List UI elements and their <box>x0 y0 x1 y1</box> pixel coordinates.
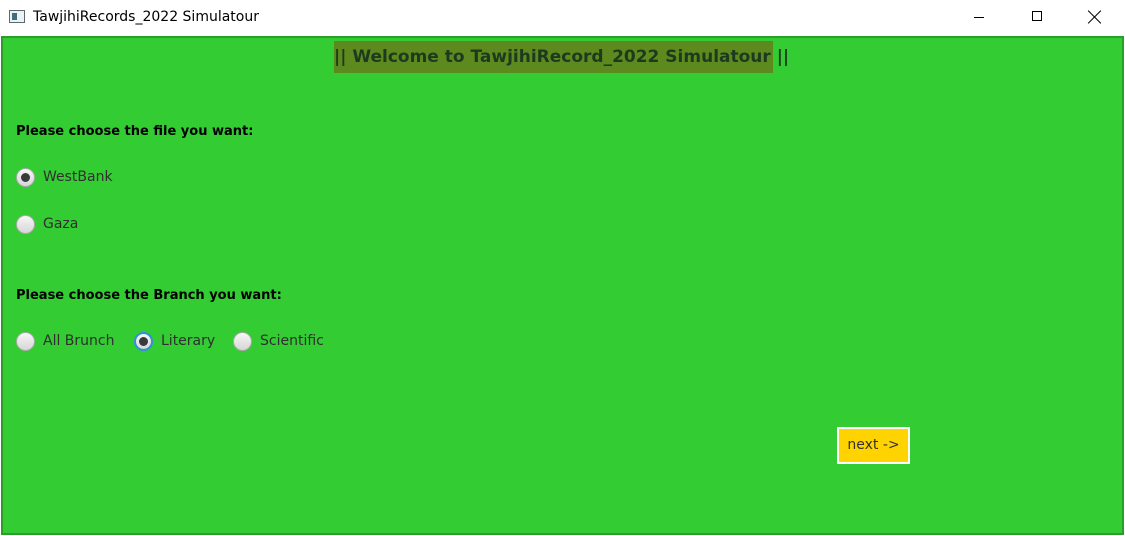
radio-all-brunch[interactable]: All Brunch <box>16 330 114 352</box>
radio-scientific-indicator[interactable] <box>233 331 252 351</box>
close-icon <box>1088 10 1102 24</box>
radio-gaza-indicator[interactable] <box>16 214 35 234</box>
close-button[interactable] <box>1066 0 1124 36</box>
file-section-label: Please choose the file you want: <box>16 124 254 139</box>
radio-literary-indicator[interactable] <box>134 331 153 351</box>
minimize-icon <box>974 17 984 18</box>
branch-section-label: Please choose the Branch you want: <box>16 288 282 303</box>
next-button[interactable]: next -> <box>837 427 910 464</box>
maximize-icon <box>1032 11 1042 21</box>
radio-all-brunch-label: All Brunch <box>43 333 115 349</box>
radio-all-brunch-indicator[interactable] <box>16 331 35 351</box>
maximize-button[interactable] <box>1008 0 1066 36</box>
minimize-button[interactable] <box>950 0 1008 36</box>
main-panel: || Welcome to TawjihiRecord_2022 Simulat… <box>1 36 1124 535</box>
title-bar: TawjihiRecords_2022 Simulatour <box>0 0 1125 36</box>
radio-westbank-indicator[interactable] <box>16 167 35 187</box>
radio-literary-label: Literary <box>161 333 216 349</box>
window-title: TawjihiRecords_2022 Simulatour <box>33 9 259 25</box>
radio-gaza-label: Gaza <box>43 216 79 232</box>
radio-literary[interactable]: Literary <box>134 330 215 352</box>
radio-scientific-label: Scientific <box>260 333 324 349</box>
app-icon <box>9 10 25 23</box>
radio-scientific[interactable]: Scientific <box>233 330 324 352</box>
radio-gaza[interactable]: Gaza <box>16 213 78 235</box>
radio-westbank[interactable]: WestBank <box>16 166 113 188</box>
welcome-banner: || Welcome to TawjihiRecord_2022 Simulat… <box>334 41 789 73</box>
radio-westbank-label: WestBank <box>43 169 113 185</box>
